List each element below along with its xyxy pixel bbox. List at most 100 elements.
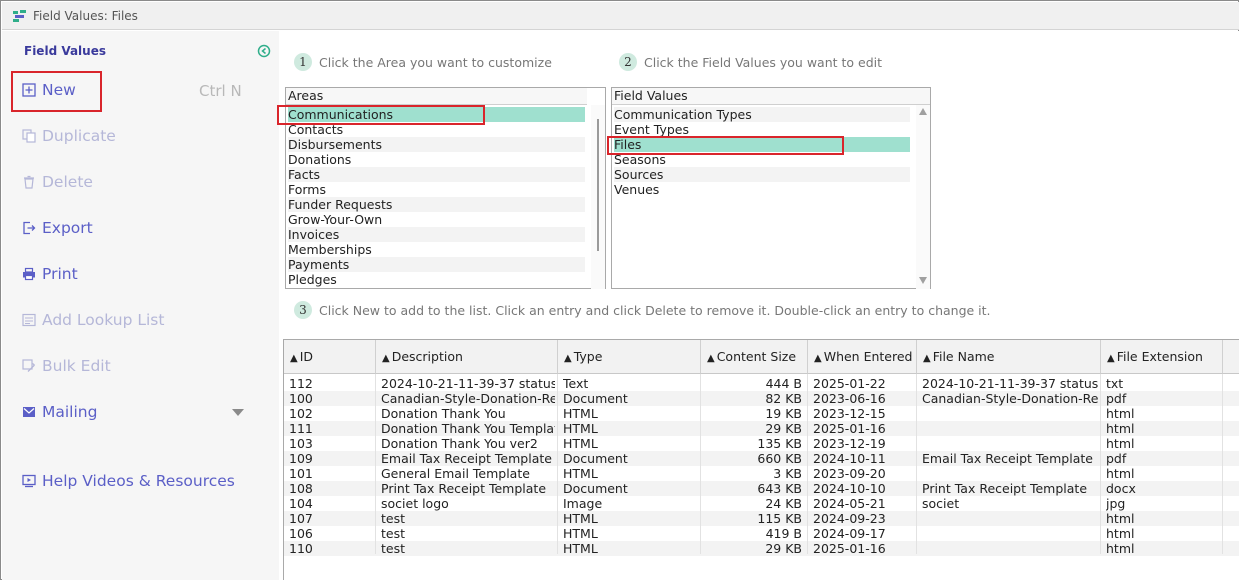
table-cell: 2024-10-21-11-39-37 status xyxy=(381,376,555,391)
help-videos-link[interactable]: Help Videos & Resources xyxy=(22,470,235,492)
duplicate-icon xyxy=(22,129,36,143)
app-logo-icon xyxy=(13,10,26,22)
table-cell: Document xyxy=(563,391,628,406)
areas-scrollbar[interactable] xyxy=(591,105,605,289)
field-values-listbox[interactable]: Field Values Communication Types Event Ty… xyxy=(611,87,931,289)
step-2-number: 2 xyxy=(619,53,637,71)
table-row[interactable]: 111 Donation Thank You Template HTML 29 KB 2… xyxy=(284,421,1239,436)
column-header[interactable]: ▲ When Entered xyxy=(808,340,917,374)
duplicate-button[interactable]: Duplicate xyxy=(22,125,116,147)
files-table[interactable]: ▲ ID ▲ Description ▲ Type ▲ Content Size ▲ When E… xyxy=(283,339,1239,580)
table-cell xyxy=(922,466,1098,481)
table-cell: html xyxy=(1106,526,1135,541)
mailing-menu[interactable]: Mailing xyxy=(22,401,97,423)
table-cell: Print Tax Receipt Template xyxy=(922,481,1088,496)
column-separator xyxy=(557,374,558,554)
table-cell: Canadian-Style-Donation-Rec xyxy=(381,391,555,406)
export-button[interactable]: Export xyxy=(22,217,93,239)
column-separator xyxy=(375,374,376,554)
table-cell: test xyxy=(381,541,406,556)
delete-button[interactable]: Delete xyxy=(22,171,93,193)
table-cell: 2024-09-23 xyxy=(813,511,886,526)
step-3-text: Click New to add to the list. Click an e… xyxy=(319,302,991,318)
field-values-scrollbar[interactable] xyxy=(916,105,930,289)
table-cell: 106 xyxy=(289,526,313,541)
column-header-label: When Entered xyxy=(823,349,913,364)
bulk-edit-icon xyxy=(22,359,35,372)
printer-icon xyxy=(23,267,35,281)
area-item[interactable]: Facts xyxy=(288,167,585,182)
table-cell: Document xyxy=(563,451,628,466)
table-cell: HTML xyxy=(563,406,598,421)
table-cell: html xyxy=(1106,421,1135,436)
table-cell: 2025-01-16 xyxy=(813,421,886,436)
scroll-up-icon[interactable] xyxy=(919,108,927,115)
table-row[interactable]: 106 test HTML 419 B 2024-09-17 html xyxy=(284,526,1239,541)
table-row[interactable]: 102 Donation Thank You HTML 19 KB 2023-12-15… xyxy=(284,406,1239,421)
column-header[interactable]: ▲ File Name xyxy=(917,340,1101,374)
table-cell: Canadian-Style-Donation-Rec xyxy=(922,391,1098,406)
column-header[interactable]: ▲ ID xyxy=(284,340,376,374)
table-row[interactable]: 110 test HTML 29 KB 2025-01-16 html xyxy=(284,541,1239,556)
sort-icon: ▲ xyxy=(1107,353,1115,364)
table-row[interactable]: 100 Canadian-Style-Donation-Rec Document 82… xyxy=(284,391,1239,406)
add-lookup-list-button[interactable]: Add Lookup List xyxy=(22,309,164,331)
table-row[interactable]: 101 General Email Template HTML 3 KB 2023-09… xyxy=(284,466,1239,481)
table-cell: Document xyxy=(563,481,628,496)
column-header-label: File Extension xyxy=(1116,349,1203,364)
area-item[interactable]: Disbursements xyxy=(288,137,585,152)
table-row[interactable]: 104 societ logo Image 24 KB 2024-05-21 societ… xyxy=(284,496,1239,511)
column-header[interactable]: ▲ Content Size xyxy=(701,340,808,374)
scroll-down-icon[interactable] xyxy=(919,277,927,284)
table-cell: jpg xyxy=(1106,496,1126,511)
column-header-label: File Name xyxy=(932,349,995,364)
title-bar: Field Values: Files xyxy=(2,2,1239,30)
step-3-instruction: 3 Click New to add to the list. Click an… xyxy=(294,301,991,319)
field-value-item[interactable]: Event Types xyxy=(614,122,910,137)
table-row[interactable]: 108 Print Tax Receipt Template Document 643… xyxy=(284,481,1239,496)
area-item[interactable]: Memberships xyxy=(288,242,585,257)
column-header-filler xyxy=(1223,340,1239,374)
table-cell: HTML xyxy=(563,541,598,556)
step-1-number: 1 xyxy=(294,53,312,71)
column-header-label: Description xyxy=(391,349,463,364)
table-row[interactable]: 107 test HTML 115 KB 2024-09-23 html xyxy=(284,511,1239,526)
window-title: Field Values: Files xyxy=(33,9,138,23)
field-value-item[interactable]: Sources xyxy=(614,167,910,182)
field-value-item[interactable]: Communication Types xyxy=(614,107,910,122)
sidebar-title: Field Values xyxy=(24,44,106,58)
areas-scroll-thumb[interactable] xyxy=(597,119,599,251)
table-row[interactable]: 109 Email Tax Receipt Template Document 660… xyxy=(284,451,1239,466)
area-item[interactable]: Payments xyxy=(288,257,585,272)
table-cell: HTML xyxy=(563,466,598,481)
collapse-sidebar-icon[interactable] xyxy=(257,44,271,58)
chevron-down-icon[interactable] xyxy=(232,409,244,417)
table-cell: 2024-10-10 xyxy=(813,481,886,496)
table-cell: 82 KB xyxy=(765,391,802,406)
print-button[interactable]: Print xyxy=(22,263,78,285)
print-label: Print xyxy=(42,265,78,283)
area-item[interactable]: Funder Requests xyxy=(288,197,585,212)
table-cell: HTML xyxy=(563,421,598,436)
export-icon xyxy=(23,221,36,235)
area-item[interactable]: Forms xyxy=(288,182,585,197)
table-cell: Email Tax Receipt Template xyxy=(922,451,1093,466)
delete-label: Delete xyxy=(42,173,93,191)
table-row[interactable]: 103 Donation Thank You ver2 HTML 135 KB 2023… xyxy=(284,436,1239,451)
area-item[interactable]: Grow-Your-Own xyxy=(288,212,585,227)
bulk-edit-button[interactable]: Bulk Edit xyxy=(22,355,111,377)
table-cell: General Email Template xyxy=(381,466,530,481)
column-header[interactable]: ▲ Type xyxy=(558,340,701,374)
column-header[interactable]: ▲ File Extension xyxy=(1101,340,1223,374)
field-value-item[interactable]: Venues xyxy=(614,182,910,197)
area-item[interactable]: Donations xyxy=(288,152,585,167)
table-row[interactable]: 112 2024-10-21-11-39-37 status Text 444 B 20… xyxy=(284,376,1239,391)
area-item[interactable]: Invoices xyxy=(288,227,585,242)
table-cell: Print Tax Receipt Template xyxy=(381,481,547,496)
table-cell xyxy=(922,541,1098,556)
area-item[interactable]: Pledges xyxy=(288,272,585,287)
column-header[interactable]: ▲ Description xyxy=(376,340,558,374)
table-cell: 103 xyxy=(289,436,313,451)
table-cell: 2023-09-20 xyxy=(813,466,886,481)
new-shortcut: Ctrl N xyxy=(199,82,242,100)
